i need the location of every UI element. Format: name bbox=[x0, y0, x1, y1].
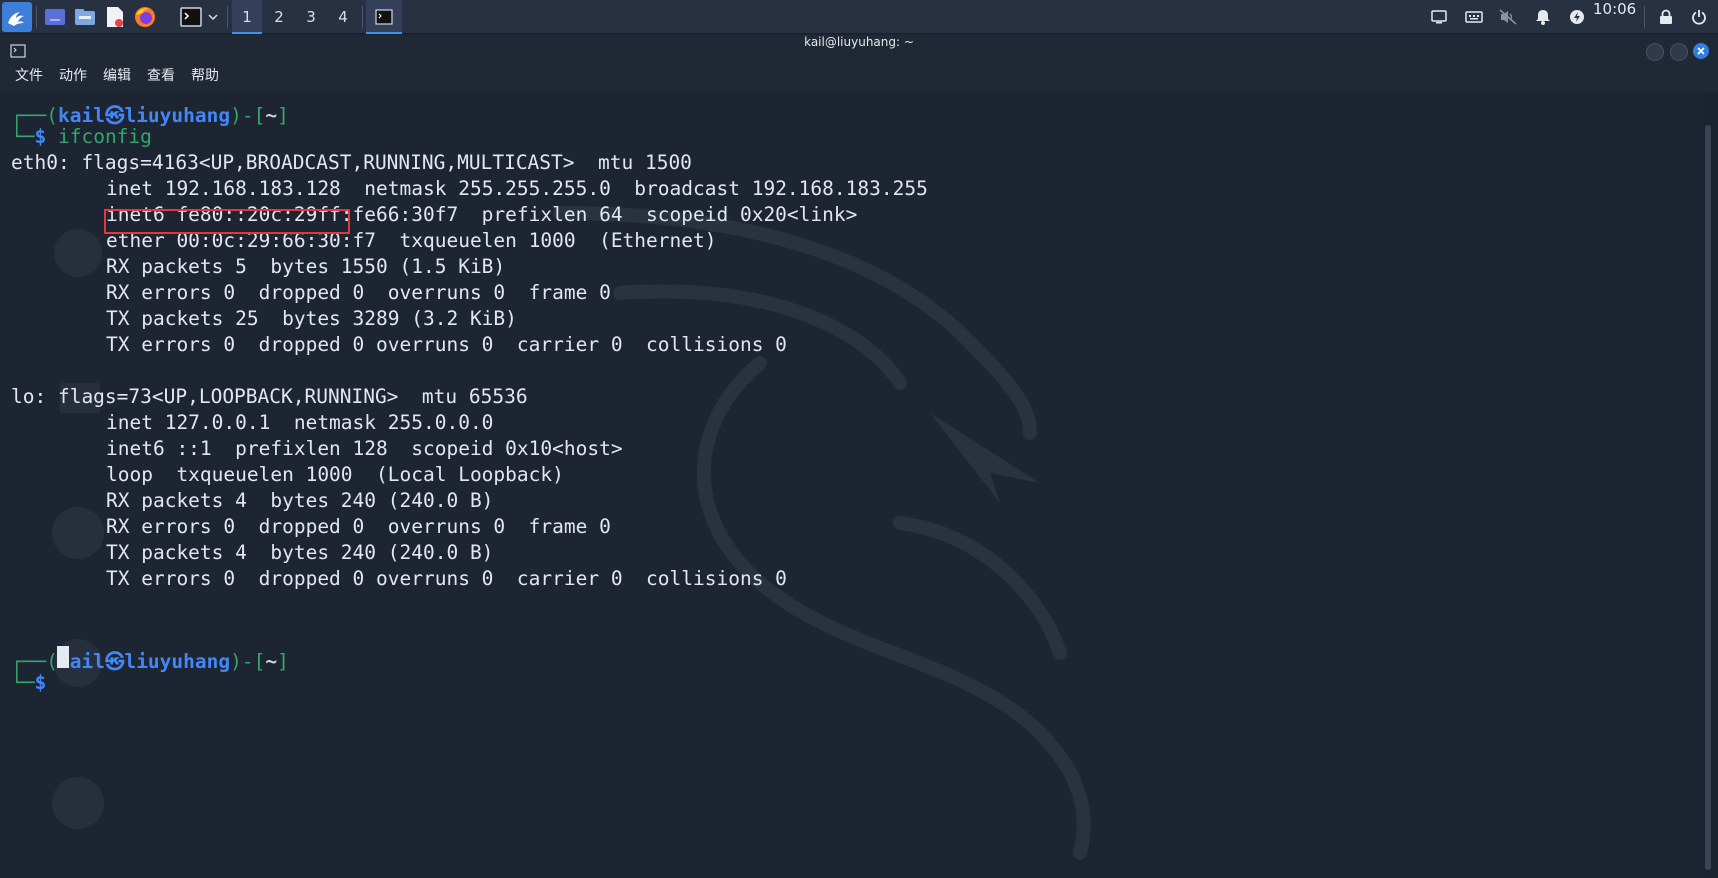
lo-header: lo: flags=73<UP,LOOPBACK,RUNNING> mtu 65… bbox=[11, 385, 528, 408]
prompt-line: ┌──(kail㉿liuyuhang)-[~] bbox=[11, 99, 289, 127]
prompt-frame-end: ] bbox=[277, 104, 289, 127]
terminal-icon[interactable] bbox=[178, 4, 204, 30]
eth0-inet-line: inet 192.168.183.128 netmask 255.255.255… bbox=[106, 177, 928, 203]
workspace-3[interactable]: 3 bbox=[296, 0, 326, 34]
chevron-down-icon[interactable] bbox=[206, 4, 220, 30]
menu-action[interactable]: 动作 bbox=[59, 65, 87, 85]
screen-icon[interactable] bbox=[1428, 4, 1450, 30]
prompt-dir: ~ bbox=[265, 104, 278, 127]
clock[interactable]: 10:06 bbox=[1593, 0, 1636, 34]
mute-icon[interactable] bbox=[1497, 4, 1519, 30]
output-line: RX packets 5 bytes 1550 (1.5 KiB) bbox=[106, 255, 506, 278]
prompt-frame-mid: )-[ bbox=[230, 650, 266, 673]
file-manager-icon[interactable] bbox=[72, 4, 98, 30]
minimize-button[interactable] bbox=[1646, 43, 1664, 61]
output-line: RX errors 0 dropped 0 overruns 0 frame 0 bbox=[106, 515, 611, 538]
eth0-netmask: netmask 255.255.255.0 broadcast 192.168.… bbox=[340, 177, 928, 200]
top-panel: 1 2 3 4 10:06 bbox=[0, 0, 1718, 34]
power-icon[interactable] bbox=[1566, 4, 1588, 30]
prompt-host: liuyuhang bbox=[124, 104, 231, 127]
prompt-frame-end: ] bbox=[277, 650, 289, 673]
workspace-1[interactable]: 1 bbox=[232, 0, 262, 34]
window-title: kail@liuyuhang: ~ bbox=[804, 35, 914, 49]
prompt-dollar: $ bbox=[34, 671, 47, 694]
prompt-line: ┌──(kail㉿liuyuhang)-[~] bbox=[11, 645, 289, 673]
eth0-inet-address: inet 192.168.183.128 bbox=[106, 177, 341, 200]
power-off-icon[interactable] bbox=[1688, 4, 1710, 30]
desktop-icon[interactable] bbox=[42, 4, 68, 30]
prompt-frame-lower: └─ bbox=[11, 671, 35, 694]
menu-view[interactable]: 查看 bbox=[147, 65, 175, 85]
terminal-window: kail@liuyuhang: ~ 文件 动作 编辑 查看 帮助 ┌──(kai… bbox=[0, 35, 1718, 878]
menu-edit[interactable]: 编辑 bbox=[103, 65, 131, 85]
scrollbar-thumb[interactable] bbox=[1705, 125, 1711, 870]
prompt-frame: ┌──( bbox=[11, 104, 58, 127]
text-editor-icon[interactable] bbox=[102, 4, 128, 30]
kali-menu-icon[interactable] bbox=[2, 2, 32, 32]
menu-file[interactable]: 文件 bbox=[15, 65, 43, 85]
maximize-button[interactable] bbox=[1670, 43, 1688, 61]
eth0-header: eth0: flags=4163<UP,BROADCAST,RUNNING,MU… bbox=[11, 151, 692, 174]
workspace-4[interactable]: 4 bbox=[328, 0, 358, 34]
command-text: ifconfig bbox=[57, 125, 152, 148]
lock-icon[interactable] bbox=[1655, 4, 1677, 30]
inet-highlight-box bbox=[104, 209, 350, 234]
close-button[interactable] bbox=[1693, 43, 1709, 59]
prompt-dollar: $ bbox=[34, 125, 47, 148]
firefox-icon[interactable] bbox=[132, 4, 158, 30]
menu-bar: 文件 动作 编辑 查看 帮助 bbox=[0, 65, 1718, 93]
output-line: TX errors 0 dropped 0 overruns 0 carrier… bbox=[106, 567, 787, 590]
prompt-dir: ~ bbox=[265, 650, 278, 673]
output-line: inet 127.0.0.1 netmask 255.0.0.0 bbox=[106, 411, 494, 434]
output-line: TX packets 4 bytes 240 (240.0 B) bbox=[106, 541, 494, 564]
bell-icon[interactable] bbox=[1532, 4, 1554, 30]
prompt-host: liuyuhang bbox=[124, 650, 231, 673]
prompt-at-symbol: ㉿ bbox=[104, 104, 125, 127]
prompt-user: kail bbox=[57, 104, 105, 127]
prompt-frame: ┌──( bbox=[11, 650, 58, 673]
output-line: RX packets 4 bytes 240 (240.0 B) bbox=[106, 489, 494, 512]
command-line: └─$ ifconfig bbox=[11, 125, 152, 151]
menu-help[interactable]: 帮助 bbox=[191, 65, 219, 85]
output-line: RX errors 0 dropped 0 overruns 0 frame 0 bbox=[106, 281, 611, 304]
prompt-frame-lower: └─ bbox=[11, 125, 35, 148]
command-line: └─$ bbox=[11, 671, 58, 697]
output-line: inet6 ::1 prefixlen 128 scopeid 0x10<hos… bbox=[106, 437, 623, 460]
prompt-frame-mid: )-[ bbox=[230, 104, 266, 127]
output-line: loop txqueuelen 1000 (Local Loopback) bbox=[106, 463, 564, 486]
title-bar[interactable]: kail@liuyuhang: ~ bbox=[0, 35, 1718, 65]
keyboard-icon[interactable] bbox=[1463, 4, 1485, 30]
terminal-window-icon[interactable] bbox=[366, 0, 402, 34]
workspace-2[interactable]: 2 bbox=[264, 0, 294, 34]
text-cursor bbox=[57, 646, 69, 668]
output-line: TX packets 25 bytes 3289 (3.2 KiB) bbox=[106, 307, 517, 330]
output-line: TX errors 0 dropped 0 overruns 0 carrier… bbox=[106, 333, 787, 356]
prompt-at-symbol: ㉿ bbox=[104, 650, 125, 673]
